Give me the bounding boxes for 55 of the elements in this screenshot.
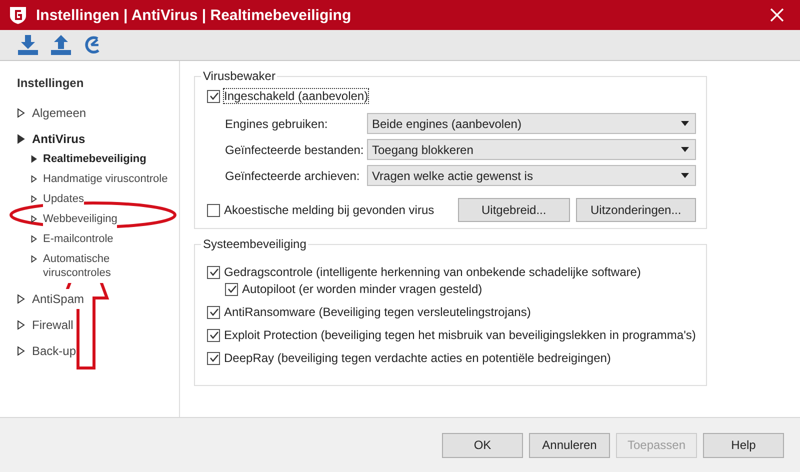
group-title: Virusbewaker [202, 69, 276, 83]
expander-icon[interactable] [17, 134, 25, 144]
expander-icon[interactable] [31, 175, 37, 183]
checkbox-option[interactable]: DeepRay (beveiliging tegen verdachte acties en potentiële bedreigingen) [207, 351, 611, 365]
download-icon[interactable] [17, 34, 39, 56]
dropdown[interactable]: Toegang blokkeren [367, 139, 696, 160]
shield-logo-icon [8, 5, 28, 25]
dropdown[interactable]: Vragen welke actie gewenst is [367, 165, 696, 186]
tree-item[interactable]: AntiSpam [17, 289, 179, 309]
window-title: Instellingen | AntiVirus | Realtimebeveiliging [36, 6, 352, 24]
checkbox-option[interactable]: Autopiloot (er worden minder vragen gesteld) [225, 282, 482, 296]
checkbox-option[interactable]: Gedragscontrole (intelligente herkenning van onbekende schadelijke software) [207, 265, 641, 279]
checkbox[interactable] [207, 306, 220, 318]
checkbox[interactable] [207, 328, 220, 342]
checkbox[interactable] [207, 266, 220, 278]
dialog-button[interactable]: OK [442, 432, 523, 458]
dialog-button[interactable]: Annuleren [529, 432, 610, 458]
checkbox-option[interactable]: AntiRansomware (Beveiliging tegen versleutelingstrojans) [207, 305, 531, 319]
field-label: Geïnfecteerde bestanden: [225, 142, 365, 156]
checkbox-option[interactable]: Exploit Protection (beveiliging tegen het misbruik van beveiligingslekken in programma's) [207, 328, 696, 342]
group-title: Systeembeveiliging [202, 237, 308, 251]
caret-icon [680, 121, 689, 126]
expander-icon[interactable] [31, 195, 37, 203]
expander-icon[interactable] [31, 155, 37, 163]
caret-icon [680, 173, 689, 178]
tree-item[interactable]: Firewall [17, 315, 179, 335]
expander-icon[interactable] [17, 294, 25, 304]
expander-icon[interactable] [31, 255, 37, 263]
dropdown[interactable]: Beide engines (aanbevolen) [367, 113, 696, 134]
sidebar-title: Instellingen [17, 76, 85, 90]
expander-icon[interactable] [31, 235, 37, 243]
checkbox[interactable] [207, 352, 220, 364]
field-label: Engines gebruiken: [225, 116, 329, 130]
tree-item[interactable]: AntiVirus [17, 129, 179, 149]
checkbox[interactable] [225, 282, 238, 296]
expander-icon[interactable] [31, 215, 37, 223]
checkbox-option[interactable]: Ingeschakeld (aanbevolen) [207, 89, 368, 103]
checkbox[interactable] [207, 204, 220, 216]
dialog-button[interactable]: Uitgebreid... [458, 198, 570, 222]
caret-icon [680, 147, 689, 152]
checkbox[interactable] [207, 90, 220, 102]
close-icon[interactable] [770, 8, 784, 22]
expander-icon[interactable] [17, 320, 25, 330]
dialog-button[interactable]: Help [703, 432, 784, 458]
upload-icon[interactable] [50, 34, 72, 56]
expander-icon[interactable] [17, 346, 25, 356]
checkbox-option[interactable]: Akoestische melding bij gevonden virus [207, 203, 452, 217]
tree-item[interactable]: E-mailcontrole [17, 229, 179, 249]
tree-item[interactable]: Back-up [17, 341, 179, 361]
tree-item[interactable]: Webbeveiliging [17, 209, 179, 229]
tree-item[interactable]: Updates [17, 189, 179, 209]
field-label: Geïnfecteerde archieven: [225, 168, 361, 182]
expander-icon[interactable] [17, 108, 25, 118]
tree-item[interactable]: Algemeen [17, 103, 179, 123]
dialog-button[interactable]: Uitzonderingen... [576, 198, 696, 222]
